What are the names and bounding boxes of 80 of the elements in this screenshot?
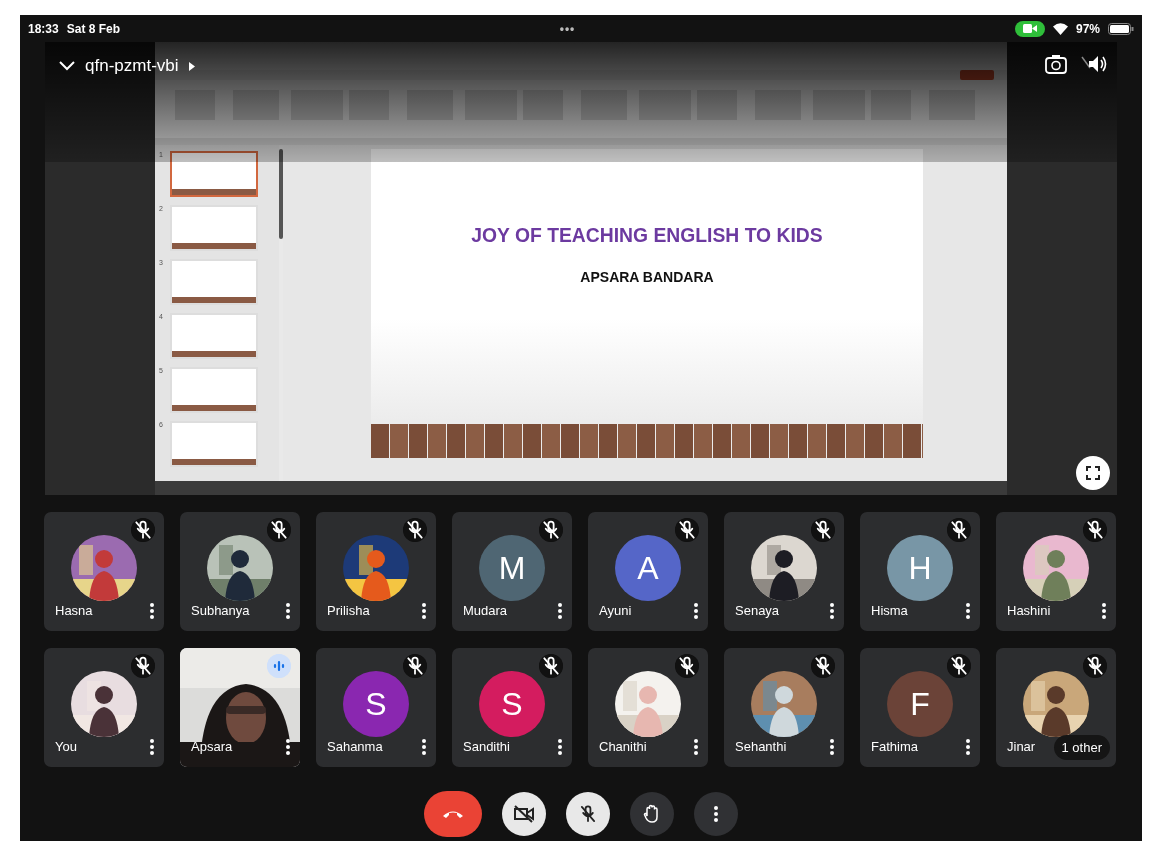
participant-tile[interactable]: Apsara	[180, 648, 300, 767]
participant-tile[interactable]: Jinar 1 other	[996, 648, 1116, 767]
camera-button[interactable]	[502, 792, 546, 836]
participant-tile[interactable]: Hashini	[996, 512, 1116, 631]
participant-tile[interactable]: F Fathima	[860, 648, 980, 767]
fullscreen-icon	[1086, 466, 1100, 480]
participant-name: Prilisha	[327, 603, 370, 618]
speaker-icon[interactable]	[1081, 54, 1107, 74]
participant-name: Chanithi	[599, 739, 647, 754]
end-call-button[interactable]	[424, 791, 482, 837]
battery-icon	[1108, 22, 1134, 35]
battery-percent: 97%	[1075, 21, 1100, 36]
participant-name: Sehanthi	[735, 739, 787, 754]
wifi-icon	[1052, 22, 1068, 35]
participant-name: Hasna	[55, 603, 93, 618]
mic-button[interactable]	[566, 792, 610, 836]
more-icon[interactable]	[557, 738, 563, 756]
participant-tile[interactable]: Senaya	[724, 512, 844, 631]
slide-title: JOY OF TEACHING ENGLISH TO KIDS	[471, 223, 823, 247]
more-icon[interactable]	[557, 602, 563, 620]
more-icon[interactable]	[421, 738, 427, 756]
participant-name: Mudara	[463, 603, 508, 618]
participant-name: Sahanma	[327, 739, 383, 754]
meeting-code[interactable]: qfn-pzmt-vbi	[85, 56, 179, 76]
chevron-down-icon[interactable]	[59, 61, 75, 71]
avatar: A	[615, 535, 681, 601]
avatar: S	[343, 671, 409, 737]
participant-tile[interactable]: Subhanya	[180, 512, 300, 631]
more-icon[interactable]	[421, 602, 427, 620]
more-icon[interactable]	[285, 602, 291, 620]
participant-name: Sandithi	[463, 739, 510, 754]
participant-tile[interactable]: S Sandithi	[452, 648, 572, 767]
more-options-button[interactable]	[694, 792, 738, 836]
more-icon[interactable]	[829, 602, 835, 620]
participant-tile[interactable]: Sehanthi	[724, 648, 844, 767]
avatar: S	[479, 671, 545, 737]
participant-name: Ayuni	[599, 603, 632, 618]
camera-indicator	[1014, 20, 1045, 37]
more-icon[interactable]	[149, 738, 155, 756]
raise-hand-button[interactable]	[630, 792, 674, 836]
participant-name: Apsara	[191, 739, 233, 754]
participant-tile[interactable]: Hasna	[44, 512, 164, 631]
participant-tile[interactable]: M Mudara	[452, 512, 572, 631]
more-icon[interactable]	[693, 602, 699, 620]
hand-icon	[643, 804, 661, 824]
participant-name: Hisma	[871, 603, 908, 618]
status-time: 18:33	[28, 21, 59, 36]
avatar: H	[887, 535, 953, 601]
others-badge[interactable]: 1 other	[1053, 735, 1110, 760]
camera-off-icon	[513, 804, 535, 824]
status-date: Sat 8 Feb	[66, 21, 121, 36]
more-icon	[713, 805, 719, 823]
caret-icon[interactable]	[188, 61, 195, 71]
participant-name: Hashini	[1007, 603, 1051, 618]
participant-tile[interactable]: Prilisha	[316, 512, 436, 631]
switch-camera-icon[interactable]	[1045, 54, 1067, 74]
participant-name: Jinar	[1007, 739, 1036, 754]
fullscreen-button[interactable]	[1076, 456, 1110, 490]
phone-icon	[442, 809, 464, 819]
more-icon[interactable]	[965, 602, 971, 620]
avatar: M	[479, 535, 545, 601]
more-icon[interactable]	[693, 738, 699, 756]
participant-name: Subhanya	[191, 603, 250, 618]
participant-tile[interactable]: S Sahanma	[316, 648, 436, 767]
slide-thumbnail[interactable]	[170, 151, 258, 197]
participant-name: Senaya	[735, 603, 780, 618]
participant-tile[interactable]: Chanithi	[588, 648, 708, 767]
more-icon[interactable]	[285, 738, 291, 756]
more-icon[interactable]	[829, 738, 835, 756]
participant-tile[interactable]: A Ayuni	[588, 512, 708, 631]
more-icon[interactable]	[1101, 602, 1107, 620]
multitask-dots[interactable]: •••	[559, 21, 576, 36]
more-icon[interactable]	[965, 738, 971, 756]
more-icon[interactable]	[149, 602, 155, 620]
participant-name: You	[55, 739, 77, 754]
avatar: F	[887, 671, 953, 737]
participant-tile[interactable]: You	[44, 648, 164, 767]
slide-subtitle: APSARA BANDARA	[580, 269, 714, 285]
participant-tile[interactable]: H Hisma	[860, 512, 980, 631]
participant-name: Fathima	[871, 739, 918, 754]
